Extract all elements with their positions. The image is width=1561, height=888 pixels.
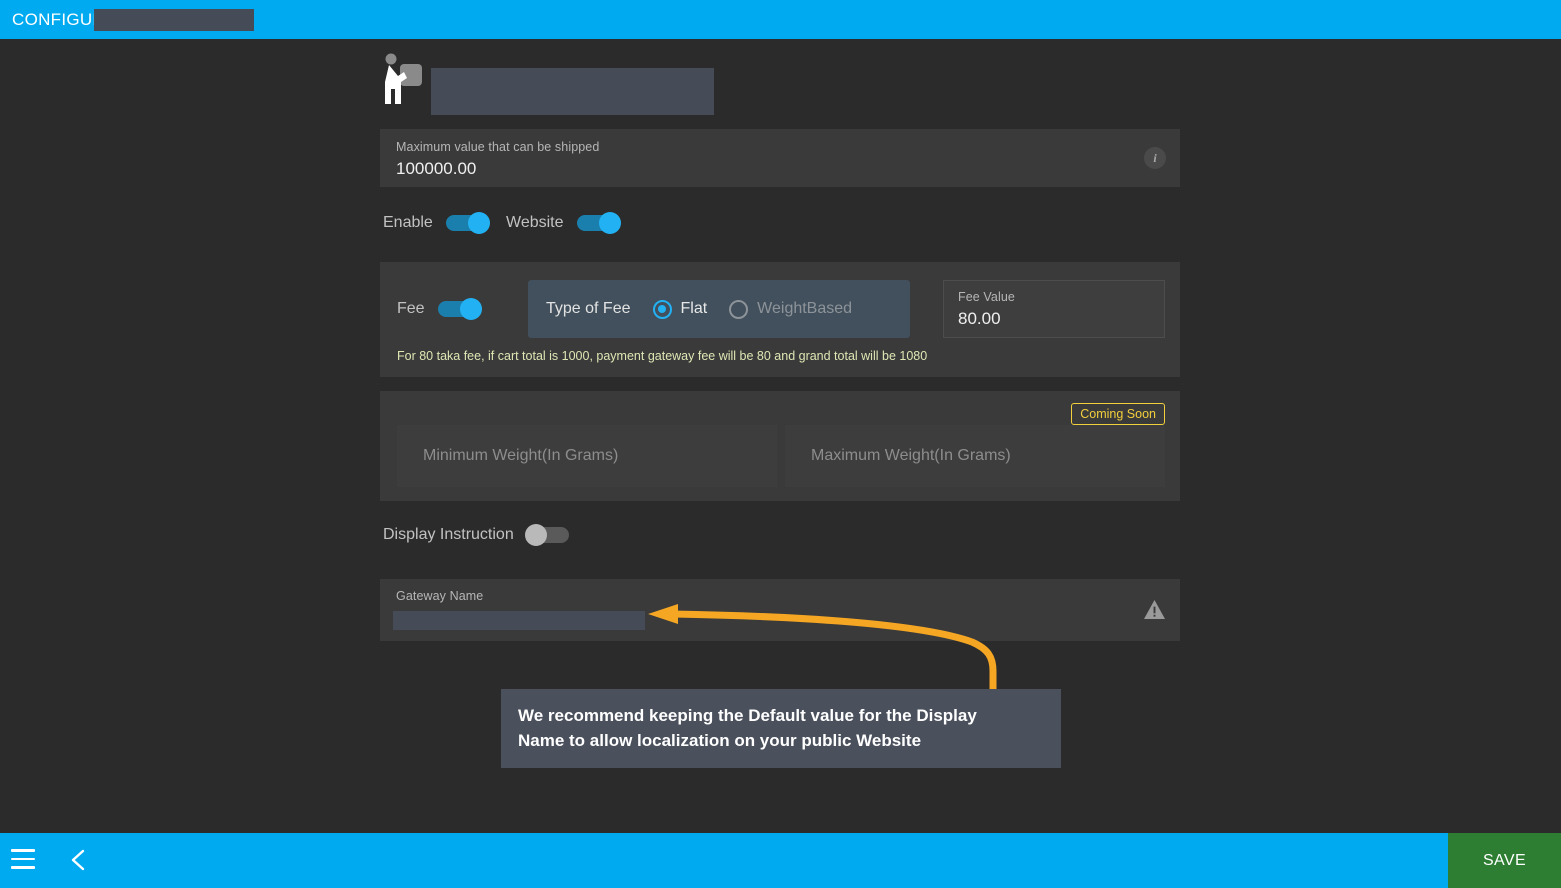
website-toggle-row[interactable]: Website xyxy=(506,212,621,234)
radio-flat-label: Flat xyxy=(680,300,708,317)
callout-line-2: Name to allow localization on your publi… xyxy=(518,730,922,750)
radio-flat-icon[interactable] xyxy=(652,299,672,319)
hamburger-line xyxy=(11,866,35,869)
recommendation-callout: We recommend keeping the Default value f… xyxy=(501,689,1061,768)
fee-toggle-label: Fee xyxy=(397,300,425,317)
hamburger-line xyxy=(11,849,35,852)
top-header-bar: CONFIGURE xyxy=(0,0,1561,39)
fee-toggle-switch[interactable] xyxy=(437,298,482,320)
gateway-logo-row xyxy=(380,52,1180,115)
enable-toggle-knob xyxy=(467,212,490,234)
coming-soon-badge: Coming Soon xyxy=(1071,403,1165,425)
maximum-weight-placeholder: Maximum Weight(In Grams) xyxy=(811,447,1011,464)
gateway-name-field[interactable]: Gateway Name xyxy=(380,579,1180,641)
fee-panel: Fee Type of Fee Flat WeightBased Fee Val… xyxy=(380,262,1180,377)
minimum-weight-placeholder: Minimum Weight(In Grams) xyxy=(423,447,619,464)
fee-help-note: For 80 taka fee, if cart total is 1000, … xyxy=(397,349,928,363)
maximum-value-field[interactable]: Maximum value that can be shipped 100000… xyxy=(380,129,1180,187)
radio-option-flat[interactable]: Flat xyxy=(652,299,708,319)
chevron-left-icon[interactable] xyxy=(66,847,92,873)
radio-weightbased-icon[interactable] xyxy=(729,299,749,319)
fee-toggle-row[interactable]: Fee xyxy=(397,298,482,320)
type-of-fee-label: Type of Fee xyxy=(546,300,631,317)
type-of-fee-group: Type of Fee Flat WeightBased xyxy=(528,280,910,338)
shipping-person-box-icon xyxy=(385,53,422,104)
gateway-logo-redacted xyxy=(431,68,714,115)
website-toggle-switch[interactable] xyxy=(576,212,621,234)
display-instruction-switch[interactable] xyxy=(524,524,569,546)
content-area: Maximum value that can be shipped 100000… xyxy=(0,39,1561,833)
maximum-value-label: Maximum value that can be shipped xyxy=(396,140,600,154)
warning-triangle-icon[interactable] xyxy=(1143,599,1166,620)
enable-toggle-label: Enable xyxy=(383,214,433,231)
maximum-weight-input: Maximum Weight(In Grams) xyxy=(785,425,1165,487)
enable-toggle-switch[interactable] xyxy=(445,212,490,234)
callout-text: We recommend keeping the Default value f… xyxy=(518,704,977,753)
gateway-name-redacted-value[interactable] xyxy=(393,611,645,630)
display-instruction-label: Display Instruction xyxy=(383,526,514,543)
header-redacted-name xyxy=(94,9,254,31)
display-instruction-toggle-row[interactable]: Display Instruction xyxy=(383,524,569,546)
save-button[interactable]: SAVE xyxy=(1448,833,1561,888)
website-toggle-label: Website xyxy=(506,214,564,231)
radio-weightbased-label: WeightBased xyxy=(757,300,853,317)
radio-option-weightbased[interactable]: WeightBased xyxy=(729,299,853,319)
gateway-name-label: Gateway Name xyxy=(396,589,484,603)
callout-line-1: We recommend keeping the Default value f… xyxy=(518,705,977,725)
enable-toggle-row[interactable]: Enable xyxy=(383,212,490,234)
fee-value-value: 80.00 xyxy=(958,309,1001,328)
bottom-action-bar: SAVE xyxy=(0,833,1561,888)
minimum-weight-input: Minimum Weight(In Grams) xyxy=(397,425,777,487)
fee-toggle-knob xyxy=(459,298,482,320)
weight-panel: Coming Soon Minimum Weight(In Grams) Max… xyxy=(380,391,1180,501)
display-instruction-knob xyxy=(524,524,547,546)
maximum-value-value: 100000.00 xyxy=(396,159,477,178)
fee-value-label: Fee Value xyxy=(958,290,1015,304)
fee-value-field[interactable]: Fee Value 80.00 xyxy=(943,280,1165,338)
info-icon[interactable]: i xyxy=(1144,147,1166,169)
website-toggle-knob xyxy=(598,212,621,234)
configure-page: CONFIGURE Maximum value that can be ship… xyxy=(0,0,1561,888)
hamburger-menu-icon[interactable] xyxy=(11,849,35,871)
hamburger-line xyxy=(11,857,35,860)
